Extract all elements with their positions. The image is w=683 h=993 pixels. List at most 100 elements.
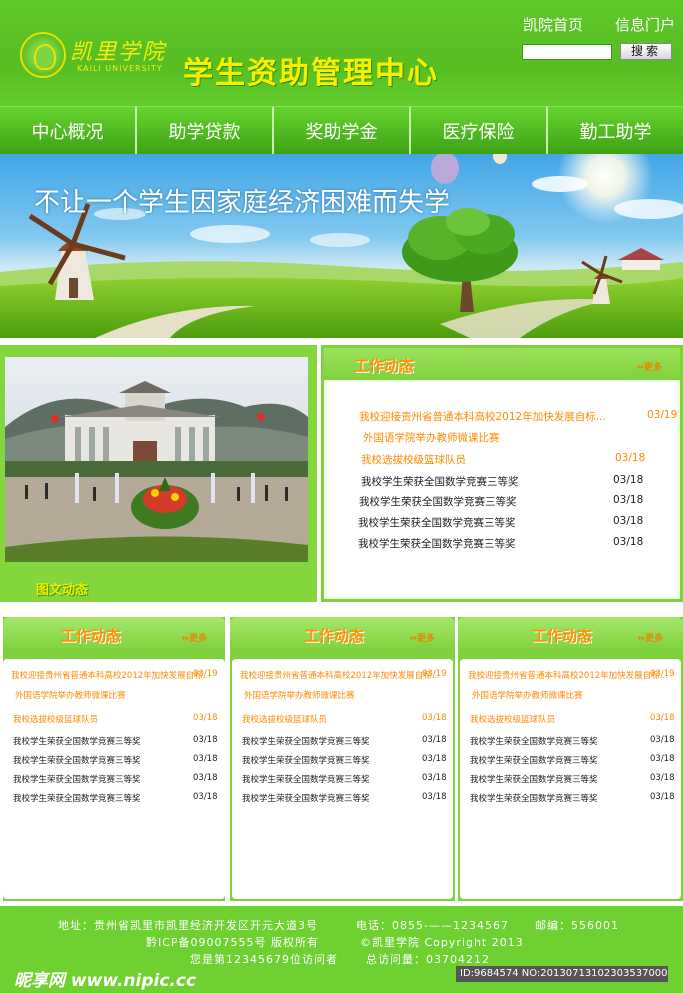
nav-item-scholarships[interactable]: 奖助学金	[274, 107, 411, 154]
news-title: 我校选拔校级篮球队员	[361, 454, 466, 466]
news-date: 03/19	[422, 669, 447, 679]
nav-item-loans[interactable]: 助学贷款	[137, 107, 274, 154]
main-news-more-link[interactable]: ↔更多	[636, 360, 662, 373]
news-title: 我校学生荣获全国数学竞赛三等奖	[470, 756, 598, 766]
news-title: 我校学生荣获全国数学竞赛三等奖	[242, 775, 370, 785]
main-news-panel: 工作动态 ↔更多 我校迎接贵州省普通本科高校2012年加快发展自标... 03/1…	[321, 345, 683, 602]
news-title: 我校学生荣获全国数学竞赛三等奖	[359, 496, 517, 508]
news-title: 外国语学院举办教师微课比赛	[363, 432, 500, 444]
footer-postcode: 邮编：556001	[535, 919, 619, 932]
news-title: 我校学生荣获全国数学竞赛三等奖	[358, 538, 516, 550]
footer-phone: 电话：0855-——1234567	[356, 919, 509, 932]
main-nav: 中心概况 助学贷款 奖助学金 医疗保险 勤工助学	[0, 106, 683, 154]
footer-copyright: ©凯里学院 Copyright 2013	[360, 936, 524, 949]
banner: 不让一个学生因家庭经济困难而失学	[0, 154, 683, 338]
portal-link[interactable]: 信息门户	[615, 14, 675, 35]
news-title: 我校学生荣获全国数学竞赛三等奖	[13, 737, 141, 747]
news-panel-title: 工作动态	[304, 627, 365, 645]
news-panel-list: 我校迎接贵州省普通本科高校2012年加快发展自标... 03/19 外国语学院举办教…	[460, 659, 681, 899]
news-title: 我校迎接贵州省普通本科高校2012年加快发展自标...	[359, 411, 606, 423]
news-title: 我校学生荣获全国数学竞赛三等奖	[13, 794, 141, 804]
news-panel-more-label: 更多	[416, 634, 435, 644]
news-title: 我校学生荣获全国数学竞赛三等奖	[470, 794, 598, 804]
logo-chinese-name: 凯里学院	[70, 40, 167, 65]
news-date: 03/18	[650, 773, 675, 783]
news-title: 外国语学院举办教师微课比赛	[472, 691, 583, 701]
news-date: 03/18	[650, 713, 675, 723]
news-date: 03/18	[193, 792, 218, 802]
news-title: 我校选拔校级篮球队员	[242, 715, 328, 725]
news-date: 03/18	[650, 792, 675, 802]
nav-item-medical-insurance[interactable]: 医疗保险	[411, 107, 548, 154]
watermark-site: 昵享网 www.nipic.cc	[14, 971, 197, 991]
news-title: 我校学生荣获全国数学竞赛三等奖	[242, 794, 370, 804]
footer-address: 地址：贵州省凯里市凯里经济开发区开元大道3号	[58, 919, 318, 932]
news-date: 03/18	[650, 735, 675, 745]
news-date: 03/19	[647, 409, 678, 421]
news-panel-more-label: 更多	[644, 634, 663, 644]
nav-item-work-study[interactable]: 勤工助学	[548, 107, 683, 154]
search-input[interactable]	[522, 44, 612, 60]
news-date: 03/18	[422, 792, 447, 802]
banner-slogan: 不让一个学生因家庭经济困难而失学	[34, 188, 451, 218]
arrow-icon: ↔	[636, 363, 644, 373]
news-title: 外国语学院举办教师微课比赛	[15, 691, 126, 701]
news-date: 03/18	[193, 754, 218, 764]
news-title: 我校学生荣获全国数学竞赛三等奖	[358, 517, 516, 529]
news-date: 03/18	[422, 754, 447, 764]
watermark-id: ID:9684574 NO:20130713102303537000	[456, 966, 668, 982]
footer-icp: 黔ICP备09007555号 版权所有	[146, 936, 320, 949]
news-panel-more-link[interactable]: ↔更多	[637, 631, 663, 644]
news-date: 03/18	[613, 536, 644, 548]
news-title: 我校学生荣获全国数学竞赛三等奖	[242, 737, 370, 747]
arrow-icon: ↔	[409, 634, 417, 644]
news-title: 我校学生荣获全国数学竞赛三等奖	[361, 476, 519, 488]
news-panel-more-label: 更多	[188, 634, 207, 644]
news-date: 03/18	[615, 452, 646, 464]
news-date: 03/18	[422, 713, 447, 723]
campus-photo[interactable]	[5, 357, 308, 562]
campus-photo-illustration	[5, 357, 308, 562]
news-date: 03/18	[613, 494, 644, 506]
main-news-list: 我校迎接贵州省普通本科高校2012年加快发展自标... 03/19 外国语学院举办…	[327, 382, 677, 597]
news-panel-more-link[interactable]: ↔更多	[181, 631, 207, 644]
news-panel-more-link[interactable]: ↔更多	[409, 631, 435, 644]
news-title: 我校学生荣获全国数学竞赛三等奖	[13, 756, 141, 766]
news-date: 03/18	[193, 773, 218, 783]
photo-news-caption[interactable]: 图文动态	[36, 579, 88, 598]
arrow-icon: ↔	[181, 634, 189, 644]
news-title: 我校学生荣获全国数学竞赛三等奖	[13, 775, 141, 785]
arrow-icon: ↔	[637, 634, 645, 644]
search-button[interactable]: 搜索	[620, 43, 672, 60]
news-panel-title: 工作动态	[532, 627, 593, 645]
page: { "header": { "logo_cn": "凯里学院", "logo_e…	[0, 0, 683, 993]
news-date: 03/18	[422, 735, 447, 745]
footer-total-visits: 总访问量：03704212	[366, 953, 490, 966]
school-seal-icon	[20, 32, 66, 78]
nav-item-about[interactable]: 中心概况	[0, 107, 137, 154]
news-title: 我校选拔校级篮球队员	[470, 715, 556, 725]
news-date: 03/18	[650, 754, 675, 764]
news-title: 我校学生荣获全国数学竞赛三等奖	[470, 775, 598, 785]
news-panel-3: 工作动态 ↔更多我校迎接贵州省普通本科高校2012年加快发展自标... 03/19 外…	[458, 617, 683, 901]
footer-visitor-count: 您是第12345679位访问者	[190, 953, 338, 966]
news-panel-title: 工作动态	[61, 627, 122, 645]
news-date: 03/19	[650, 669, 675, 679]
news-panel-list: 我校迎接贵州省普通本科高校2012年加快发展自标... 03/19 外国语学院举办教…	[3, 659, 225, 899]
news-title: 我校迎接贵州省普通本科高校2012年加快发展自标...	[240, 671, 440, 681]
news-date: 03/18	[193, 735, 218, 745]
news-title: 我校学生荣获全国数学竞赛三等奖	[470, 737, 598, 747]
main-news-title: 工作动态	[354, 357, 415, 375]
news-date: 03/18	[613, 515, 644, 527]
site-title: 学生资助管理中心	[183, 56, 439, 91]
news-date: 03/18	[193, 713, 218, 723]
news-title: 我校选拔校级篮球队员	[13, 715, 99, 725]
news-panel-1: 工作动态 ↔更多我校迎接贵州省普通本科高校2012年加快发展自标... 03/19 外…	[3, 617, 225, 901]
news-title: 我校迎接贵州省普通本科高校2012年加快发展自标...	[468, 671, 668, 681]
header: 凯里学院 KAILI UNIVERSITY 学生资助管理中心 凯院首页 信息门户…	[0, 0, 683, 106]
home-link[interactable]: 凯院首页	[523, 14, 583, 35]
news-panel-list: 我校迎接贵州省普通本科高校2012年加快发展自标... 03/19 外国语学院举办教…	[232, 659, 453, 899]
news-title: 我校迎接贵州省普通本科高校2012年加快发展自标...	[11, 671, 211, 681]
main-news-more-label: 更多	[643, 363, 662, 373]
news-date: 03/18	[422, 773, 447, 783]
